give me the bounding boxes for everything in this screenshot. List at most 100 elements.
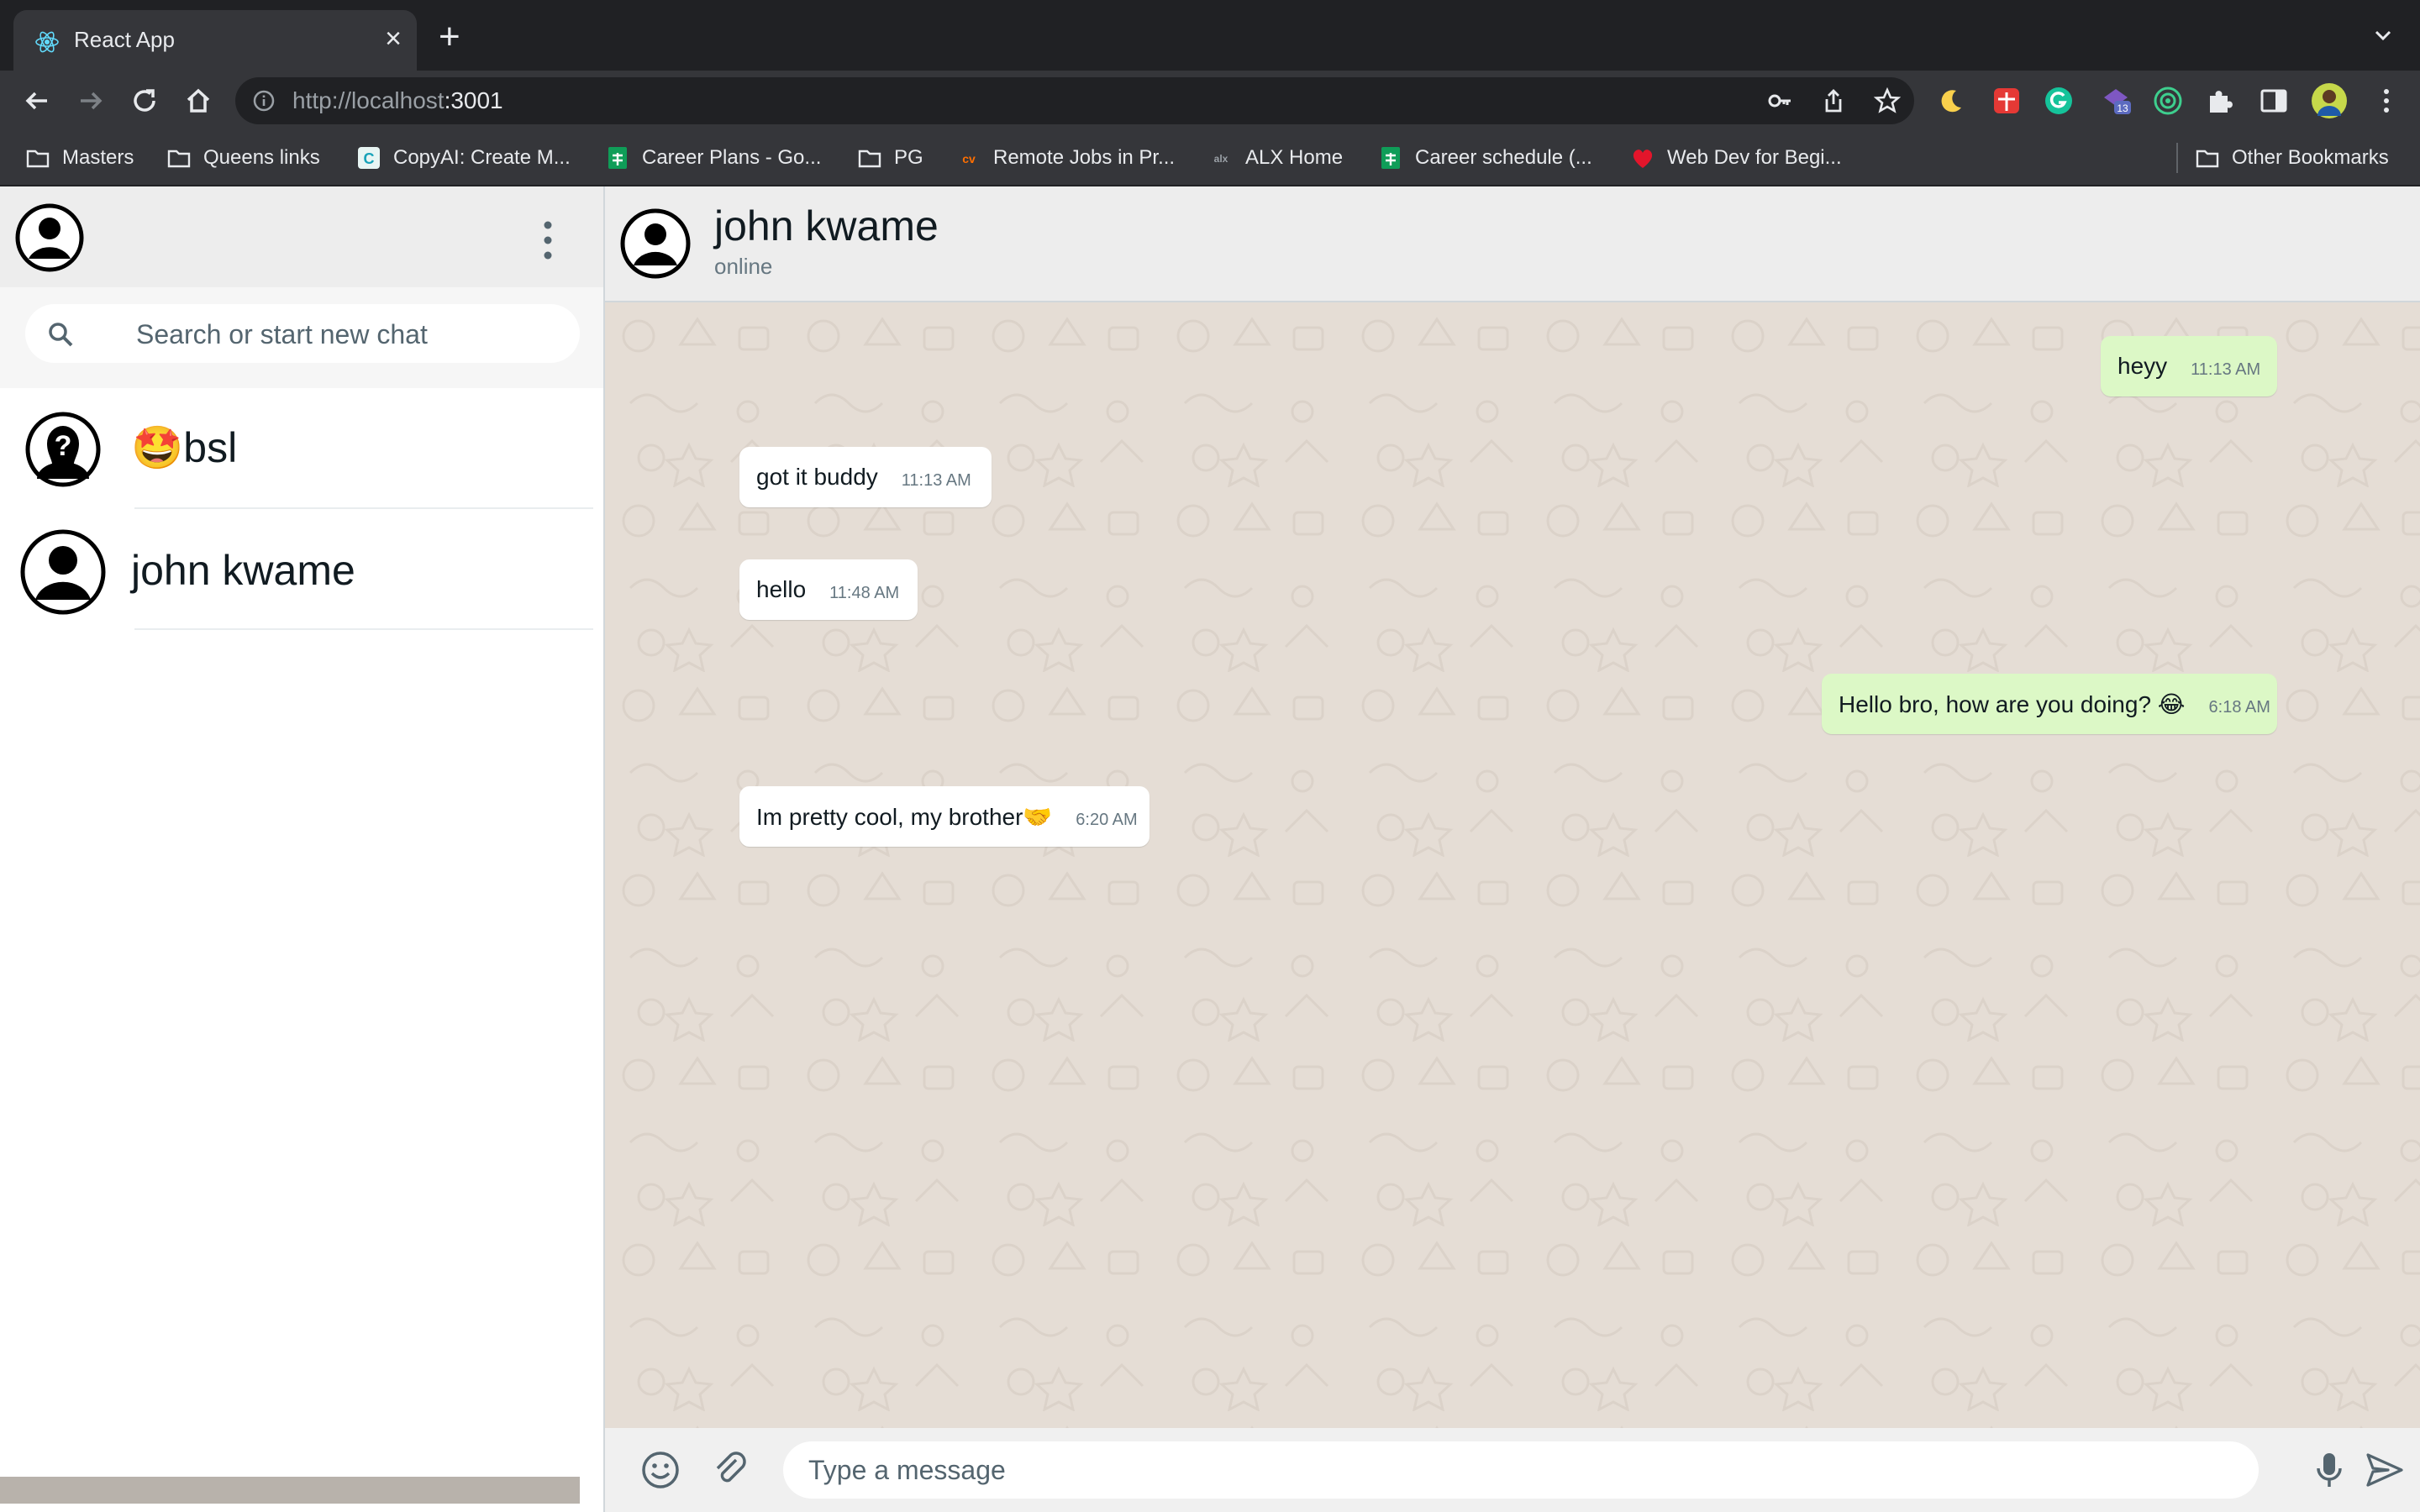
info-icon[interactable] (252, 89, 276, 113)
key-icon[interactable] (1766, 87, 1793, 114)
message-bubble-incoming[interactable]: Im pretty cool, my brother🤝 6:20 AM (739, 786, 1150, 847)
home-icon[interactable] (182, 84, 215, 118)
bookmark-label: Remote Jobs in Pr... (993, 146, 1176, 169)
chat-name: 🤩bsl (131, 424, 238, 471)
message-text: hello (756, 576, 807, 602)
chat-divider (134, 628, 593, 630)
other-bookmarks-label: Other Bookmarks (2232, 146, 2389, 169)
grammarly-icon[interactable] (2044, 86, 2074, 116)
message-time: 11:48 AM (829, 583, 900, 602)
badge-extension-icon[interactable]: 13 (2101, 86, 2131, 116)
bookmark-label: ALX Home (1245, 146, 1344, 169)
bookmark-item[interactable]: Masters (25, 144, 134, 171)
bookmark-item[interactable]: PG (857, 144, 923, 171)
reload-icon[interactable] (128, 84, 161, 118)
address-bar[interactable]: http://localhost:3001 (235, 77, 1914, 124)
user-avatar (20, 529, 106, 615)
message-area: heyy 11:13 AM got it buddy 11:13 AM hell… (605, 302, 2420, 1428)
chevron-down-icon[interactable] (2370, 22, 2396, 49)
bookmark-item[interactable]: C CopyAI: Create M... (356, 144, 571, 171)
message-time: 11:13 AM (901, 470, 971, 490)
star-icon[interactable] (1874, 87, 1901, 114)
unknown-user-avatar: ? (25, 412, 101, 487)
menu-dots-icon[interactable] (531, 217, 565, 264)
svg-text:C: C (364, 150, 375, 167)
alx-icon: alx (1214, 153, 1228, 165)
puzzle-extensions-icon[interactable] (2205, 86, 2235, 116)
other-bookmarks-folder[interactable]: Other Bookmarks (2195, 144, 2389, 171)
emoji-icon[interactable] (640, 1450, 681, 1490)
sheets-icon (608, 147, 627, 169)
sidebar: ? 🤩bsl john kwame (0, 186, 605, 1512)
forward-arrow-icon[interactable] (74, 84, 108, 118)
copyai-icon: C (358, 147, 380, 169)
folder-icon (2196, 150, 2219, 168)
url-text: http://localhost:3001 (292, 87, 503, 113)
bookmark-item[interactable]: Career schedule (... (1378, 144, 1592, 171)
browser-tabstrip: React App × + (0, 0, 2420, 71)
message-text: Im pretty cool, my brother🤝 (756, 803, 1053, 830)
bookmark-label: Web Dev for Begi... (1667, 146, 1842, 169)
kebab-menu-icon[interactable] (2371, 86, 2402, 116)
bookmark-label: Career Plans - Go... (642, 146, 822, 169)
cv-icon: cv (962, 152, 976, 165)
contact-avatar[interactable] (620, 208, 691, 279)
bookmark-item[interactable]: alx ALX Home (1208, 144, 1343, 171)
side-panel-icon[interactable] (2259, 86, 2289, 116)
svg-text:?: ? (55, 430, 72, 462)
gift-extension-icon[interactable] (1991, 86, 2022, 116)
folder-icon (26, 150, 50, 168)
tab-title: React App (74, 27, 175, 52)
bookmark-item[interactable]: Web Dev for Begi... (1630, 144, 1842, 171)
svg-text:cv: cv (962, 152, 976, 165)
microphone-icon[interactable] (2309, 1450, 2349, 1490)
bookmark-item[interactable]: Career Plans - Go... (605, 144, 821, 171)
chat-list-item[interactable]: john kwame (0, 509, 603, 630)
message-bubble-incoming[interactable]: got it buddy 11:13 AM (739, 447, 992, 507)
browser-toolbar: http://localhost:3001 13 (0, 71, 2420, 131)
search-icon (49, 323, 73, 347)
chat-header: john kwame online (605, 186, 2420, 302)
share-icon[interactable] (1820, 87, 1847, 114)
attach-icon[interactable] (711, 1450, 751, 1490)
message-time: 6:20 AM (1076, 810, 1138, 829)
sidebar-header (0, 186, 603, 287)
bookmark-label: Career schedule (... (1415, 146, 1592, 169)
message-time: 11:13 AM (2191, 360, 2261, 379)
bookmark-label: Masters (62, 146, 134, 169)
bookmark-item[interactable]: cv Remote Jobs in Pr... (956, 144, 1175, 171)
message-input[interactable] (783, 1441, 2259, 1499)
chat-list-item[interactable]: ? 🤩bsl (0, 388, 603, 509)
extension-badge-count: 13 (2117, 102, 2128, 114)
chat-panel: john kwame online heyy 11:13 AM got it b… (605, 186, 2420, 1512)
message-composer (605, 1428, 2420, 1512)
profile-avatar[interactable] (2311, 82, 2348, 119)
message-bubble-incoming[interactable]: hello 11:48 AM (739, 559, 918, 620)
horizontal-scrollbar[interactable] (0, 1477, 580, 1504)
message-text: heyy (2118, 353, 2168, 379)
bookmark-label: Queens links (203, 146, 320, 169)
message-bubble-outgoing[interactable]: heyy 11:13 AM (2101, 336, 2277, 396)
target-extension-icon[interactable] (2153, 86, 2183, 116)
bookmark-item[interactable]: Queens links (166, 144, 320, 171)
folder-icon (167, 150, 191, 168)
new-tab-button[interactable]: + (439, 18, 460, 55)
bookmarks-divider (2176, 143, 2178, 173)
search-input[interactable] (134, 316, 558, 353)
bookmark-label: PG (894, 146, 923, 169)
close-tab-icon[interactable]: × (385, 24, 402, 54)
contact-status: online (714, 254, 773, 279)
my-avatar[interactable] (15, 203, 84, 272)
message-bubble-outgoing[interactable]: Hello bro, how are you doing? 😂 6:18 AM (1822, 674, 2277, 734)
browser-tab[interactable]: React App × (13, 10, 417, 71)
folder-icon (858, 150, 881, 168)
moon-extension-icon[interactable] (1936, 86, 1966, 116)
search-box[interactable] (25, 304, 580, 363)
svg-text:alx: alx (1214, 153, 1228, 165)
send-icon[interactable] (2365, 1450, 2405, 1490)
chat-app: ? 🤩bsl john kwame john kwame online (0, 186, 2420, 1512)
bookmark-label: CopyAI: Create M... (393, 146, 571, 169)
back-arrow-icon[interactable] (20, 84, 54, 118)
message-text: Hello bro, how are you doing? 😂 (1839, 690, 2186, 717)
contact-name: john kwame (714, 202, 939, 249)
